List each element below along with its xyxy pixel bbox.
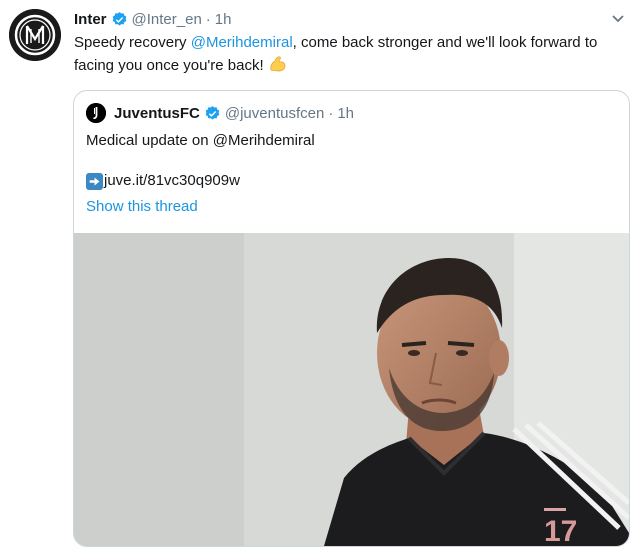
quoted-header: JuventusFC @juventusfcen · 1h: [86, 102, 354, 124]
verified-badge-icon: [204, 105, 221, 122]
arrow-right-icon: [86, 172, 103, 190]
juve-link[interactable]: juve.it/81vc30q909w: [104, 171, 240, 191]
flexed-biceps-icon: [268, 55, 288, 73]
player-photo[interactable]: 17: [74, 233, 629, 546]
show-thread-link[interactable]: Show this thread: [86, 197, 198, 217]
quoted-tweet-card[interactable]: JuventusFC @juventusfcen · 1h Medical up…: [73, 90, 630, 547]
tweet-text: Speedy recovery @Merihdemiral, come back…: [74, 31, 629, 77]
player-photo-image: 17: [74, 233, 629, 546]
inter-logo-icon: [9, 9, 61, 61]
separator-dot: ·: [328, 104, 334, 122]
chevron-down-icon[interactable]: [610, 10, 626, 26]
quoted-link-row: juve.it/81vc30q909w: [86, 171, 240, 191]
tweet-timestamp[interactable]: 1h: [215, 11, 232, 28]
quoted-timestamp[interactable]: 1h: [337, 105, 354, 122]
mention-link[interactable]: @Merihdemiral: [191, 34, 293, 51]
quoted-author-handle[interactable]: @juventusfcen: [225, 105, 324, 122]
author-name[interactable]: Inter: [74, 11, 107, 28]
author-handle[interactable]: @Inter_en: [132, 11, 202, 28]
quoted-text: Medical update on @Merihdemiral: [86, 132, 315, 149]
quoted-author-name[interactable]: JuventusFC: [114, 105, 200, 122]
inter-avatar[interactable]: [9, 9, 61, 61]
juventus-avatar[interactable]: [86, 103, 106, 123]
shirt-number: 17: [544, 515, 577, 546]
tweet-header: Inter @Inter_en · 1h: [74, 9, 231, 29]
tweet-text-start: Speedy recovery: [74, 34, 191, 51]
verified-badge-icon: [111, 11, 128, 28]
separator-dot: ·: [205, 10, 211, 28]
juventus-logo-icon: [86, 103, 106, 123]
